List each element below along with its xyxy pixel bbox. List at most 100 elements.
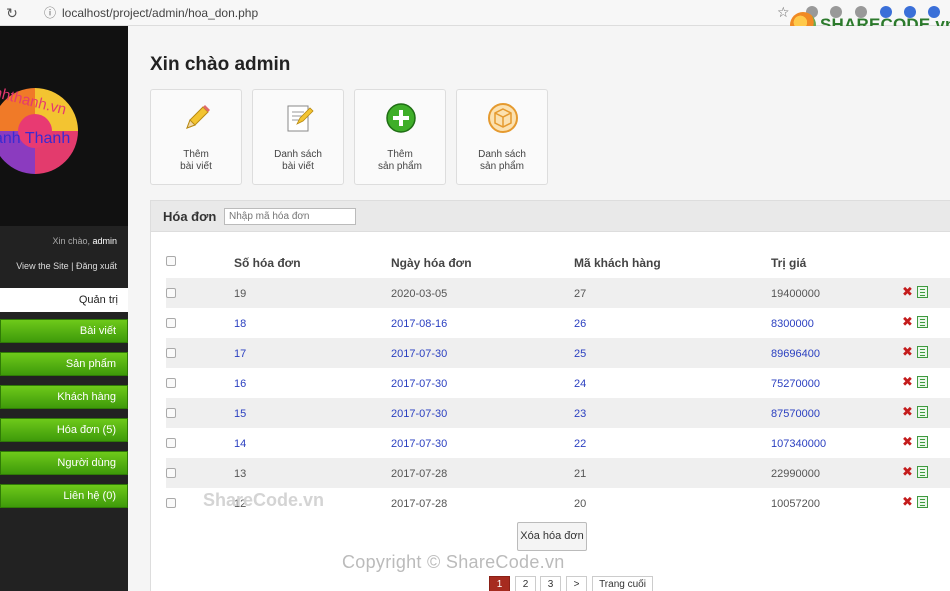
details-icon[interactable]	[917, 406, 928, 418]
invoice-value[interactable]: 75270000	[771, 378, 820, 390]
customer-id[interactable]: 23	[574, 408, 586, 420]
page-button-3[interactable]: 3	[540, 576, 561, 591]
invoice-date[interactable]: 2017-07-30	[391, 348, 447, 360]
delete-icon[interactable]: ✖	[902, 345, 913, 359]
greeting-user: admin	[92, 236, 117, 246]
invoice-number: 19	[234, 288, 247, 300]
add-circle-icon	[386, 103, 416, 133]
tile-add-product[interactable]: Thêm sản phẩm	[354, 89, 446, 185]
table-row: 14 2017-07-30 22 107340000 ✖	[166, 428, 950, 458]
customer-id[interactable]: 24	[574, 378, 586, 390]
invoice-date: 2020-03-05	[391, 288, 448, 300]
invoice-date[interactable]: 2017-07-30	[391, 408, 447, 420]
table-row: 13 2017-07-28 21 22990000 ✖	[166, 458, 950, 488]
next-page-button[interactable]: >	[566, 576, 587, 591]
sidebar-item-lien-he[interactable]: Liên hệ (0)	[0, 484, 128, 508]
sidebar-item-khach-hang[interactable]: Khách hàng	[0, 385, 128, 409]
sidebar: nhthanh.vn anh Thanh Xin chào, admin Vie…	[0, 26, 128, 591]
sidebar-item-san-pham[interactable]: Sản phẩm	[0, 352, 128, 376]
tile-label: Danh sách sản phẩm	[478, 149, 526, 172]
sidebar-section-title: Quản trị	[0, 288, 128, 312]
invoice-value[interactable]: 89696400	[771, 348, 820, 360]
user-links: View the Site | Đăng xuất	[16, 261, 117, 271]
tile-product-list[interactable]: Danh sách sản phẩm	[456, 89, 548, 185]
invoice-value: 10057200	[771, 498, 820, 510]
select-all-checkbox[interactable]	[166, 256, 176, 266]
bookmark-star-icon[interactable]: ☆	[777, 4, 790, 21]
invoice-value[interactable]: 107340000	[771, 438, 826, 450]
row-checkbox[interactable]	[166, 288, 176, 298]
row-checkbox[interactable]	[166, 498, 176, 508]
invoice-value[interactable]: 8300000	[771, 318, 814, 330]
delete-icon[interactable]: ✖	[902, 435, 913, 449]
last-page-button[interactable]: Trang cuối	[592, 576, 653, 591]
table-header: Số hóa đơn Ngày hóa đơn Mã khách hàng Tr…	[166, 244, 950, 276]
delete-icon[interactable]: ✖	[902, 465, 913, 479]
watermark: ShareCode.vn	[203, 490, 325, 510]
invoice-date[interactable]: 2017-08-16	[391, 318, 447, 330]
address-bar[interactable]: localhost/project/admin/hoa_don.php	[62, 6, 258, 20]
details-icon[interactable]	[917, 316, 928, 328]
box-icon	[488, 103, 518, 133]
delete-icon[interactable]: ✖	[902, 315, 913, 329]
details-icon[interactable]	[917, 376, 928, 388]
invoice-number[interactable]: 18	[234, 318, 246, 330]
panel-header: Hóa đơn	[150, 200, 950, 232]
row-checkbox[interactable]	[166, 408, 176, 418]
row-checkbox[interactable]	[166, 438, 176, 448]
greeting-prefix: Xin chào,	[52, 236, 90, 246]
copyright-watermark: Copyright © ShareCode.vn	[342, 552, 565, 572]
sidebar-item-bai-viet[interactable]: Bài viết	[0, 319, 128, 343]
column-header: Trị giá	[771, 256, 807, 270]
invoice-value: 22990000	[771, 468, 820, 480]
page-button-2[interactable]: 2	[515, 576, 536, 591]
table-row: 16 2017-07-30 24 75270000 ✖	[166, 368, 950, 398]
invoice-number[interactable]: 15	[234, 408, 246, 420]
invoice-value[interactable]: 87570000	[771, 408, 820, 420]
table-row: 15 2017-07-30 23 87570000 ✖	[166, 398, 950, 428]
info-icon[interactable]: ⓘ	[42, 5, 58, 21]
page-button-1[interactable]: 1	[489, 576, 510, 591]
row-checkbox[interactable]	[166, 378, 176, 388]
brand-name: anh Thanh	[0, 130, 71, 147]
row-checkbox[interactable]	[166, 468, 176, 478]
customer-id[interactable]: 25	[574, 348, 586, 360]
details-icon[interactable]	[917, 496, 928, 508]
view-site-link[interactable]: View the Site	[16, 261, 68, 271]
delete-icon[interactable]: ✖	[902, 375, 913, 389]
delete-icon[interactable]: ✖	[902, 495, 913, 509]
details-icon[interactable]	[917, 286, 928, 298]
reload-icon[interactable]: ↻	[4, 5, 20, 21]
invoice-date: 2017-07-28	[391, 498, 448, 510]
invoice-date[interactable]: 2017-07-30	[391, 378, 447, 390]
row-checkbox[interactable]	[166, 348, 176, 358]
invoice-search-input[interactable]	[224, 208, 356, 225]
customer-id[interactable]: 26	[574, 318, 586, 330]
table-row: 17 2017-07-30 25 89696400 ✖	[166, 338, 950, 368]
delete-icon[interactable]: ✖	[902, 285, 913, 299]
table-row: 19 2020-03-05 27 19400000 ✖	[166, 278, 950, 308]
customer-id[interactable]: 22	[574, 438, 586, 450]
customer-id: 20	[574, 498, 587, 510]
page-title: Xin chào admin	[150, 54, 291, 75]
row-checkbox[interactable]	[166, 318, 176, 328]
details-icon[interactable]	[917, 466, 928, 478]
invoice-value: 19400000	[771, 288, 820, 300]
tile-add-post[interactable]: Thêm bài viết	[150, 89, 242, 185]
invoice-date[interactable]: 2017-07-30	[391, 438, 447, 450]
tile-label: Thêm sản phẩm	[378, 149, 422, 172]
sidebar-item-hoa-don[interactable]: Hóa đơn (5)	[0, 418, 128, 442]
delete-icon[interactable]: ✖	[902, 405, 913, 419]
logout-link[interactable]: Đăng xuất	[76, 261, 117, 271]
document-list-icon	[287, 105, 314, 132]
details-icon[interactable]	[917, 436, 928, 448]
invoice-number[interactable]: 14	[234, 438, 246, 450]
invoice-number: 13	[234, 468, 247, 480]
pencil-icon	[186, 105, 210, 129]
invoice-number[interactable]: 16	[234, 378, 246, 390]
sidebar-item-nguoi-dung[interactable]: Người dùng	[0, 451, 128, 475]
delete-invoices-button[interactable]: Xóa hóa đơn	[517, 522, 587, 551]
tile-post-list[interactable]: Danh sách bài viết	[252, 89, 344, 185]
details-icon[interactable]	[917, 346, 928, 358]
invoice-number[interactable]: 17	[234, 348, 246, 360]
